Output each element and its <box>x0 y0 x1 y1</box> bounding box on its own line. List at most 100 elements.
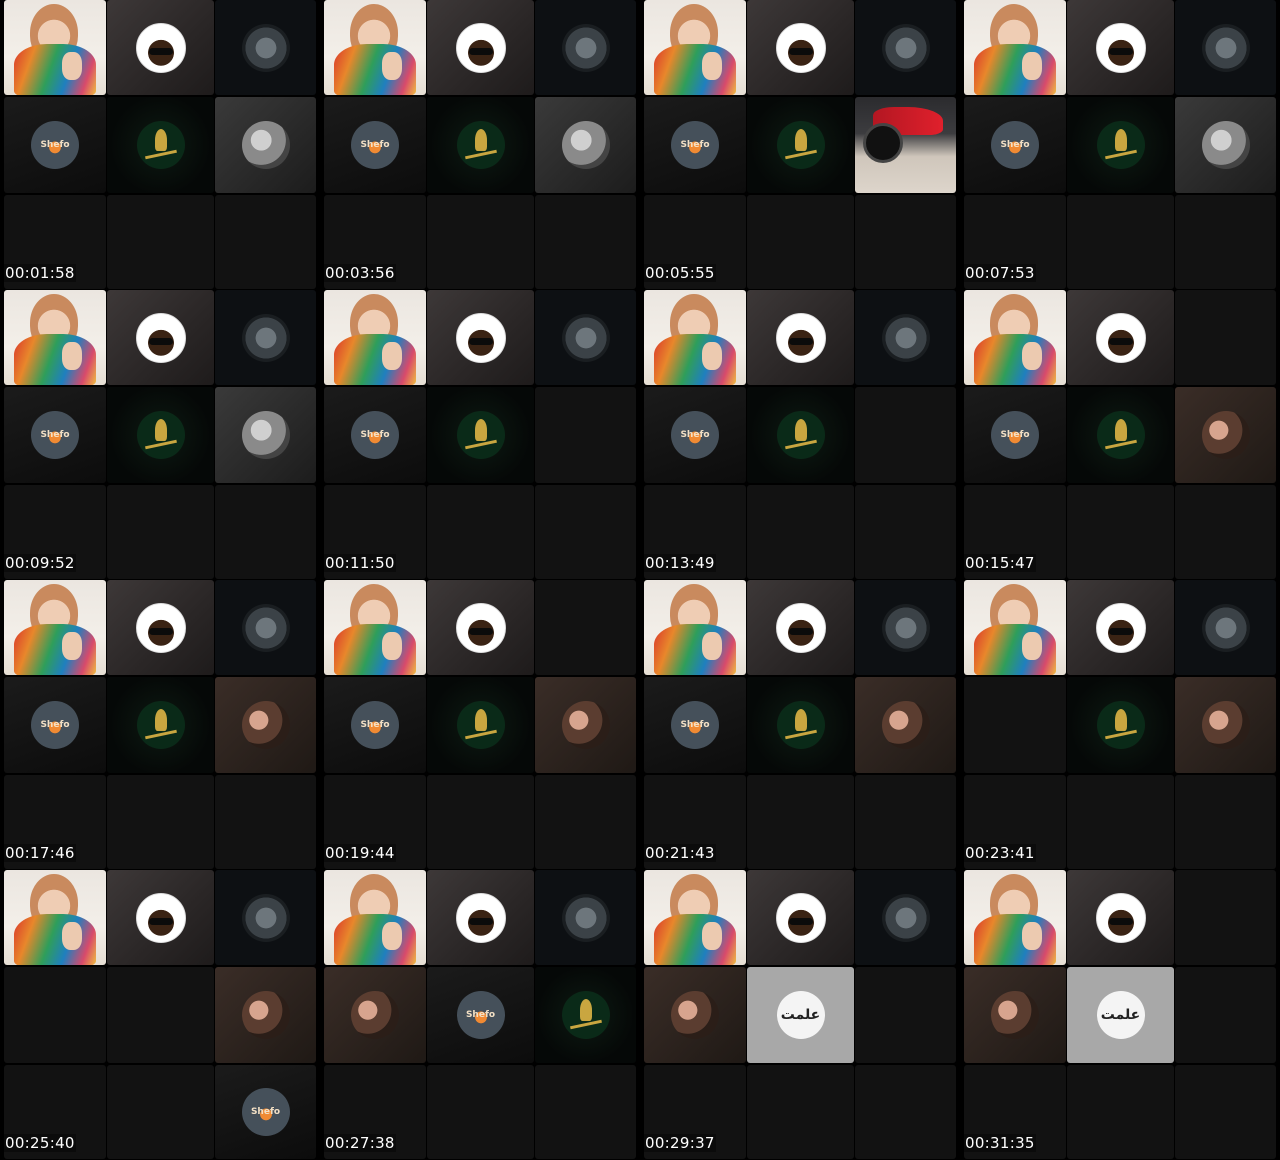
shefo-logo-icon: Shefo <box>671 121 719 169</box>
saudi-emblem-icon <box>136 411 185 459</box>
text-logo-icon: علمت ان <box>1096 991 1145 1039</box>
shefo-logo-icon: Shefo <box>31 121 79 169</box>
participant-avatar-tile <box>747 290 854 385</box>
participant-avatar-tile <box>747 387 854 483</box>
frame-timestamp: 00:01:58 <box>4 264 76 282</box>
participant-avatar-tile <box>644 967 746 1063</box>
profile-avatar-icon <box>1095 312 1146 363</box>
participant-avatar-tile <box>855 870 956 965</box>
frame-timestamp: 00:31:35 <box>964 1134 1036 1152</box>
profile-avatar-icon <box>455 22 506 73</box>
participant-avatar-tile <box>1175 580 1276 675</box>
emblem-avatar-icon <box>241 893 290 942</box>
shefo-logo-icon: Shefo <box>991 411 1039 459</box>
participant-avatar-tile <box>107 290 214 385</box>
participant-avatar-tile <box>107 870 214 965</box>
saudi-emblem-icon <box>456 701 505 749</box>
participant-avatar-tile <box>1175 677 1276 773</box>
empty-tile <box>1175 775 1276 869</box>
frame-timestamp: 00:09:52 <box>4 554 76 572</box>
empty-tile <box>855 775 956 869</box>
participant-avatar-tile <box>427 870 534 965</box>
photo-avatar-icon <box>671 991 719 1039</box>
profile-avatar-icon <box>775 892 826 943</box>
participant-video-tile <box>4 290 106 385</box>
participant-video-tile <box>324 580 426 675</box>
participant-avatar-tile <box>535 967 636 1063</box>
video-frame: Shefo 00:27:38 <box>320 870 640 1160</box>
moon-avatar-icon <box>1201 121 1250 169</box>
photo-avatar-icon <box>1201 411 1250 459</box>
shefo-logo-icon: Shefo <box>456 991 505 1039</box>
shefo-logo-icon: Shefo <box>31 411 79 459</box>
video-frame: Shefo 00:17:46 <box>0 580 320 870</box>
empty-tile <box>107 775 214 869</box>
participant-avatar-tile <box>855 677 956 773</box>
shefo-logo-icon: Shefo <box>671 411 719 459</box>
profile-avatar-icon <box>455 892 506 943</box>
participant-avatar-tile <box>535 0 636 95</box>
video-frame: Shefo 00:07:53 <box>960 0 1280 290</box>
shefo-logo-icon: Shefo <box>31 701 79 749</box>
frame-timestamp: 00:19:44 <box>324 844 396 862</box>
emblem-avatar-icon <box>881 893 930 942</box>
participant-avatar-tile <box>1067 870 1174 965</box>
empty-tile <box>107 485 214 579</box>
empty-tile <box>855 387 956 483</box>
frame-timestamp: 00:03:56 <box>324 264 396 282</box>
participant-video-tile <box>644 0 746 95</box>
frame-timestamp: 00:25:40 <box>4 1134 76 1152</box>
moon-avatar-icon <box>241 121 290 169</box>
frame-timestamp: 00:05:55 <box>644 264 716 282</box>
empty-tile <box>747 195 854 289</box>
empty-tile <box>535 195 636 289</box>
photo-avatar-icon <box>991 991 1039 1039</box>
participant-avatar-tile <box>215 967 316 1063</box>
saudi-emblem-icon <box>136 121 185 169</box>
emblem-avatar-icon <box>241 313 290 362</box>
empty-tile <box>964 677 1066 773</box>
frame-timestamp: 00:21:43 <box>644 844 716 862</box>
empty-tile <box>215 195 316 289</box>
empty-tile <box>747 775 854 869</box>
participant-avatar-tile <box>215 97 316 193</box>
empty-tile <box>855 967 956 1063</box>
participant-video-tile <box>964 290 1066 385</box>
frame-timestamp: 00:29:37 <box>644 1134 716 1152</box>
participant-avatar-tile <box>1067 97 1174 193</box>
saudi-emblem-icon <box>1096 411 1145 459</box>
video-frame: 00:23:41 <box>960 580 1280 870</box>
frame-timestamp: 00:13:49 <box>644 554 716 572</box>
participant-video-tile <box>964 580 1066 675</box>
participant-avatar-tile <box>1067 0 1174 95</box>
emblem-avatar-icon <box>561 23 610 72</box>
photo-avatar-icon <box>351 991 399 1039</box>
empty-tile <box>747 1065 854 1159</box>
video-frame: Shefo 00:19:44 <box>320 580 640 870</box>
frame-timestamp: 00:27:38 <box>324 1134 396 1152</box>
video-frame: Shefo 00:15:47 <box>960 290 1280 580</box>
participant-avatar-tile: Shefo <box>324 387 426 483</box>
participant-avatar-tile <box>1175 0 1276 95</box>
empty-tile <box>1175 195 1276 289</box>
participant-avatar-tile <box>747 870 854 965</box>
participant-avatar-tile <box>535 870 636 965</box>
saudi-emblem-icon <box>136 701 185 749</box>
participant-avatar-tile <box>747 580 854 675</box>
participant-avatar-tile <box>107 0 214 95</box>
participant-avatar-tile <box>964 967 1066 1063</box>
shefo-logo-icon: Shefo <box>991 121 1039 169</box>
participant-avatar-tile <box>1175 97 1276 193</box>
participant-video-tile <box>964 0 1066 95</box>
participant-avatar-tile <box>427 97 534 193</box>
emblem-avatar-icon <box>881 313 930 362</box>
participant-avatar-tile <box>107 387 214 483</box>
video-frame: علمت ان 00:31:35 <box>960 870 1280 1160</box>
participant-video-tile <box>964 870 1066 965</box>
empty-tile <box>535 485 636 579</box>
saudi-emblem-icon <box>776 701 825 749</box>
emblem-avatar-icon <box>881 603 930 652</box>
empty-tile <box>855 195 956 289</box>
participant-avatar-tile <box>215 677 316 773</box>
frame-timestamp: 00:17:46 <box>4 844 76 862</box>
